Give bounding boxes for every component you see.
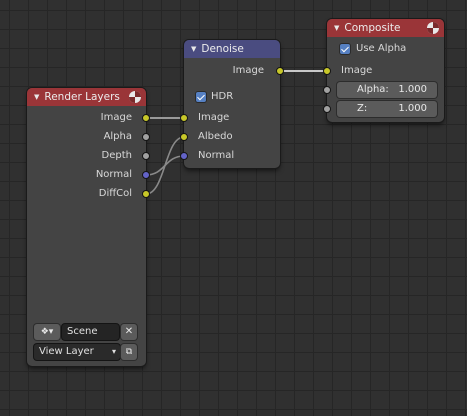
use-alpha-checkbox[interactable]	[340, 44, 350, 54]
socket-out-depth[interactable]	[142, 152, 150, 160]
socket-out-diffcol[interactable]	[142, 190, 150, 198]
socket-denoise-in-image[interactable]	[180, 114, 188, 122]
socket-denoise-in-normal[interactable]	[180, 152, 188, 160]
composite-icon[interactable]	[427, 22, 439, 34]
socket-composite-in-z[interactable]	[323, 105, 331, 113]
hdr-label: HDR	[211, 91, 234, 102]
scene-icon-button[interactable]: ❖▾	[34, 324, 60, 340]
output-label-normal: Normal	[95, 169, 132, 180]
scene-field[interactable]: Scene	[62, 324, 119, 340]
denoise-node[interactable]: ▼ Denoise Image HDR Image Albedo Normal	[184, 40, 280, 168]
view-layer-copy-button[interactable]: ⧉	[121, 344, 137, 360]
denoise-input-normal-label: Normal	[198, 150, 235, 161]
denoise-header[interactable]: ▼ Denoise	[184, 40, 280, 58]
collapse-triangle-icon[interactable]: ▼	[34, 93, 39, 101]
alpha-value: 1.000	[398, 84, 427, 95]
scene-label: Scene	[67, 326, 98, 337]
composite-input-image-label: Image	[341, 65, 373, 76]
output-label-depth: Depth	[101, 150, 132, 161]
render-layers-header[interactable]: ▼ Render Layers	[27, 88, 146, 106]
alpha-label: Alpha:	[357, 84, 389, 95]
socket-composite-in-image[interactable]	[323, 67, 331, 75]
composite-title: Composite	[344, 22, 401, 34]
use-alpha-label: Use Alpha	[356, 43, 407, 54]
socket-denoise-out-image[interactable]	[276, 67, 284, 75]
link-normal-to-denoise-normal	[145, 155, 185, 176]
composite-header[interactable]: ▼ Composite	[327, 19, 444, 37]
composite-node[interactable]: ▼ Composite Use Alpha Image Alpha: 1.000 …	[327, 19, 444, 122]
denoise-input-image-label: Image	[198, 112, 230, 123]
denoise-output-image-label: Image	[232, 65, 264, 76]
socket-composite-in-alpha[interactable]	[323, 86, 331, 94]
render-layers-title: Render Layers	[44, 91, 120, 103]
render-layer-icon[interactable]	[129, 91, 141, 103]
close-icon: ✕	[124, 326, 134, 337]
collapse-triangle-icon[interactable]: ▼	[334, 24, 339, 32]
socket-out-alpha[interactable]	[142, 133, 150, 141]
z-value: 1.000	[398, 103, 427, 114]
socket-denoise-in-albedo[interactable]	[180, 133, 188, 141]
collapse-triangle-icon[interactable]: ▼	[191, 45, 196, 53]
alpha-field[interactable]: Alpha: 1.000	[337, 82, 437, 98]
chevron-down-icon: ▾	[111, 347, 116, 356]
z-field[interactable]: Z: 1.000	[337, 101, 437, 117]
output-label-diffcol: DiffCol	[98, 188, 132, 199]
z-label: Z:	[357, 103, 368, 114]
socket-out-normal[interactable]	[142, 171, 150, 179]
view-layer-copy-icon: ⧉	[125, 347, 133, 357]
view-layer-label: View Layer	[39, 346, 94, 357]
view-layer-dropdown[interactable]: View Layer ▾	[34, 344, 120, 360]
scene-icon: ❖▾	[40, 327, 54, 337]
hdr-checkbox[interactable]	[196, 92, 206, 102]
socket-out-image[interactable]	[142, 114, 150, 122]
output-label-image: Image	[100, 112, 132, 123]
render-layers-node[interactable]: ▼ Render Layers Image Alpha Depth Normal …	[27, 88, 146, 366]
denoise-input-albedo-label: Albedo	[198, 131, 233, 142]
denoise-title: Denoise	[201, 43, 244, 55]
output-label-alpha: Alpha	[103, 131, 132, 142]
scene-clear-button[interactable]: ✕	[121, 324, 137, 340]
